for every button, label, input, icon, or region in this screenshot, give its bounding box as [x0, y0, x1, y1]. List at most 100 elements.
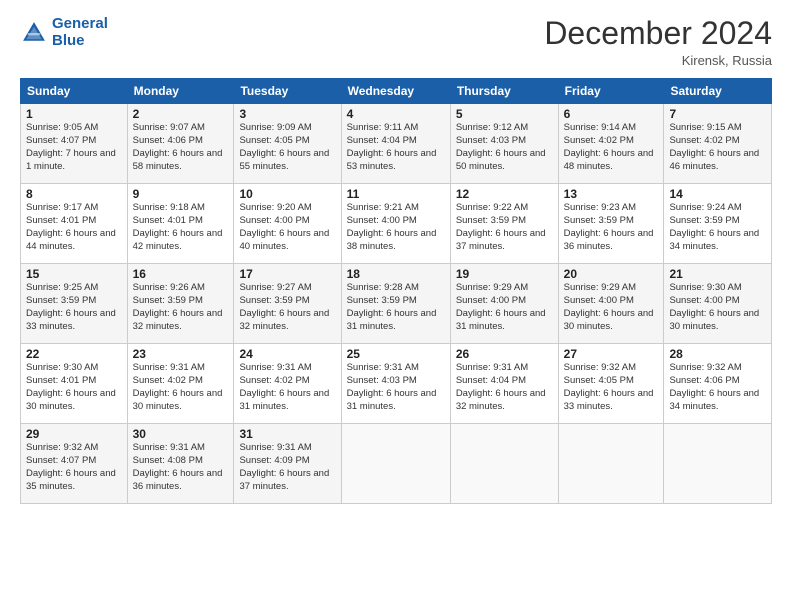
calendar-cell: 23Sunrise: 9:31 AMSunset: 4:02 PMDayligh… [127, 344, 234, 424]
day-info: Sunrise: 9:29 AMSunset: 4:00 PMDaylight:… [456, 282, 553, 333]
calendar-cell: 14Sunrise: 9:24 AMSunset: 3:59 PMDayligh… [664, 184, 772, 264]
calendar-cell: 1Sunrise: 9:05 AMSunset: 4:07 PMDaylight… [21, 104, 128, 184]
day-info: Sunrise: 9:32 AMSunset: 4:05 PMDaylight:… [564, 362, 659, 413]
calendar-cell: 15Sunrise: 9:25 AMSunset: 3:59 PMDayligh… [21, 264, 128, 344]
day-info: Sunrise: 9:20 AMSunset: 4:00 PMDaylight:… [239, 202, 335, 253]
calendar-cell: 31Sunrise: 9:31 AMSunset: 4:09 PMDayligh… [234, 424, 341, 504]
calendar-cell [558, 424, 664, 504]
day-info: Sunrise: 9:31 AMSunset: 4:02 PMDaylight:… [239, 362, 335, 413]
logo-line1: General [52, 16, 108, 33]
day-info: Sunrise: 9:31 AMSunset: 4:09 PMDaylight:… [239, 442, 335, 493]
day-info: Sunrise: 9:14 AMSunset: 4:02 PMDaylight:… [564, 122, 659, 173]
day-number: 7 [669, 107, 766, 121]
calendar-week-row: 22Sunrise: 9:30 AMSunset: 4:01 PMDayligh… [21, 344, 772, 424]
day-number: 5 [456, 107, 553, 121]
day-number: 25 [347, 347, 445, 361]
calendar-cell: 8Sunrise: 9:17 AMSunset: 4:01 PMDaylight… [21, 184, 128, 264]
calendar-cell: 16Sunrise: 9:26 AMSunset: 3:59 PMDayligh… [127, 264, 234, 344]
logo-icon [20, 19, 48, 47]
day-number: 18 [347, 267, 445, 281]
weekday-header: Saturday [664, 79, 772, 104]
day-info: Sunrise: 9:32 AMSunset: 4:07 PMDaylight:… [26, 442, 122, 493]
day-number: 4 [347, 107, 445, 121]
calendar-cell: 10Sunrise: 9:20 AMSunset: 4:00 PMDayligh… [234, 184, 341, 264]
calendar-cell: 30Sunrise: 9:31 AMSunset: 4:08 PMDayligh… [127, 424, 234, 504]
day-info: Sunrise: 9:29 AMSunset: 4:00 PMDaylight:… [564, 282, 659, 333]
day-info: Sunrise: 9:31 AMSunset: 4:02 PMDaylight:… [133, 362, 229, 413]
day-info: Sunrise: 9:23 AMSunset: 3:59 PMDaylight:… [564, 202, 659, 253]
day-number: 17 [239, 267, 335, 281]
calendar-cell [341, 424, 450, 504]
weekday-header: Sunday [21, 79, 128, 104]
calendar-cell: 28Sunrise: 9:32 AMSunset: 4:06 PMDayligh… [664, 344, 772, 424]
day-info: Sunrise: 9:24 AMSunset: 3:59 PMDaylight:… [669, 202, 766, 253]
calendar-cell: 7Sunrise: 9:15 AMSunset: 4:02 PMDaylight… [664, 104, 772, 184]
calendar-cell: 21Sunrise: 9:30 AMSunset: 4:00 PMDayligh… [664, 264, 772, 344]
day-info: Sunrise: 9:31 AMSunset: 4:08 PMDaylight:… [133, 442, 229, 493]
calendar-week-row: 15Sunrise: 9:25 AMSunset: 3:59 PMDayligh… [21, 264, 772, 344]
day-number: 3 [239, 107, 335, 121]
day-number: 6 [564, 107, 659, 121]
location: Kirensk, Russia [544, 53, 772, 68]
day-info: Sunrise: 9:18 AMSunset: 4:01 PMDaylight:… [133, 202, 229, 253]
calendar-week-row: 1Sunrise: 9:05 AMSunset: 4:07 PMDaylight… [21, 104, 772, 184]
day-number: 30 [133, 427, 229, 441]
calendar-week-row: 29Sunrise: 9:32 AMSunset: 4:07 PMDayligh… [21, 424, 772, 504]
weekday-header: Thursday [450, 79, 558, 104]
day-number: 15 [26, 267, 122, 281]
day-number: 14 [669, 187, 766, 201]
day-info: Sunrise: 9:28 AMSunset: 3:59 PMDaylight:… [347, 282, 445, 333]
day-info: Sunrise: 9:11 AMSunset: 4:04 PMDaylight:… [347, 122, 445, 173]
calendar-table: SundayMondayTuesdayWednesdayThursdayFrid… [20, 78, 772, 504]
day-number: 26 [456, 347, 553, 361]
day-info: Sunrise: 9:31 AMSunset: 4:04 PMDaylight:… [456, 362, 553, 413]
day-info: Sunrise: 9:30 AMSunset: 4:00 PMDaylight:… [669, 282, 766, 333]
calendar-cell: 19Sunrise: 9:29 AMSunset: 4:00 PMDayligh… [450, 264, 558, 344]
day-info: Sunrise: 9:15 AMSunset: 4:02 PMDaylight:… [669, 122, 766, 173]
weekday-header: Monday [127, 79, 234, 104]
day-number: 12 [456, 187, 553, 201]
day-number: 28 [669, 347, 766, 361]
day-info: Sunrise: 9:32 AMSunset: 4:06 PMDaylight:… [669, 362, 766, 413]
day-info: Sunrise: 9:26 AMSunset: 3:59 PMDaylight:… [133, 282, 229, 333]
day-info: Sunrise: 9:27 AMSunset: 3:59 PMDaylight:… [239, 282, 335, 333]
day-number: 16 [133, 267, 229, 281]
calendar-cell: 3Sunrise: 9:09 AMSunset: 4:05 PMDaylight… [234, 104, 341, 184]
calendar-cell: 13Sunrise: 9:23 AMSunset: 3:59 PMDayligh… [558, 184, 664, 264]
calendar-cell: 9Sunrise: 9:18 AMSunset: 4:01 PMDaylight… [127, 184, 234, 264]
day-info: Sunrise: 9:12 AMSunset: 4:03 PMDaylight:… [456, 122, 553, 173]
logo-text: General Blue [52, 16, 108, 49]
weekday-header: Friday [558, 79, 664, 104]
calendar-cell: 18Sunrise: 9:28 AMSunset: 3:59 PMDayligh… [341, 264, 450, 344]
day-number: 8 [26, 187, 122, 201]
logo: General Blue [20, 16, 108, 49]
calendar-cell: 12Sunrise: 9:22 AMSunset: 3:59 PMDayligh… [450, 184, 558, 264]
day-number: 23 [133, 347, 229, 361]
day-number: 21 [669, 267, 766, 281]
calendar-cell: 25Sunrise: 9:31 AMSunset: 4:03 PMDayligh… [341, 344, 450, 424]
calendar-cell: 6Sunrise: 9:14 AMSunset: 4:02 PMDaylight… [558, 104, 664, 184]
calendar-cell: 11Sunrise: 9:21 AMSunset: 4:00 PMDayligh… [341, 184, 450, 264]
calendar-cell [664, 424, 772, 504]
calendar-cell: 27Sunrise: 9:32 AMSunset: 4:05 PMDayligh… [558, 344, 664, 424]
day-info: Sunrise: 9:25 AMSunset: 3:59 PMDaylight:… [26, 282, 122, 333]
calendar-week-row: 8Sunrise: 9:17 AMSunset: 4:01 PMDaylight… [21, 184, 772, 264]
calendar-cell: 20Sunrise: 9:29 AMSunset: 4:00 PMDayligh… [558, 264, 664, 344]
weekday-header: Wednesday [341, 79, 450, 104]
month-title: December 2024 [544, 16, 772, 51]
logo-line2: Blue [52, 33, 108, 50]
day-number: 29 [26, 427, 122, 441]
calendar-cell: 17Sunrise: 9:27 AMSunset: 3:59 PMDayligh… [234, 264, 341, 344]
day-number: 1 [26, 107, 122, 121]
day-number: 19 [456, 267, 553, 281]
day-number: 9 [133, 187, 229, 201]
calendar-cell: 2Sunrise: 9:07 AMSunset: 4:06 PMDaylight… [127, 104, 234, 184]
day-number: 13 [564, 187, 659, 201]
day-number: 27 [564, 347, 659, 361]
day-info: Sunrise: 9:05 AMSunset: 4:07 PMDaylight:… [26, 122, 122, 173]
calendar-cell: 22Sunrise: 9:30 AMSunset: 4:01 PMDayligh… [21, 344, 128, 424]
calendar-cell [450, 424, 558, 504]
calendar-header-row: SundayMondayTuesdayWednesdayThursdayFrid… [21, 79, 772, 104]
day-number: 20 [564, 267, 659, 281]
day-info: Sunrise: 9:07 AMSunset: 4:06 PMDaylight:… [133, 122, 229, 173]
